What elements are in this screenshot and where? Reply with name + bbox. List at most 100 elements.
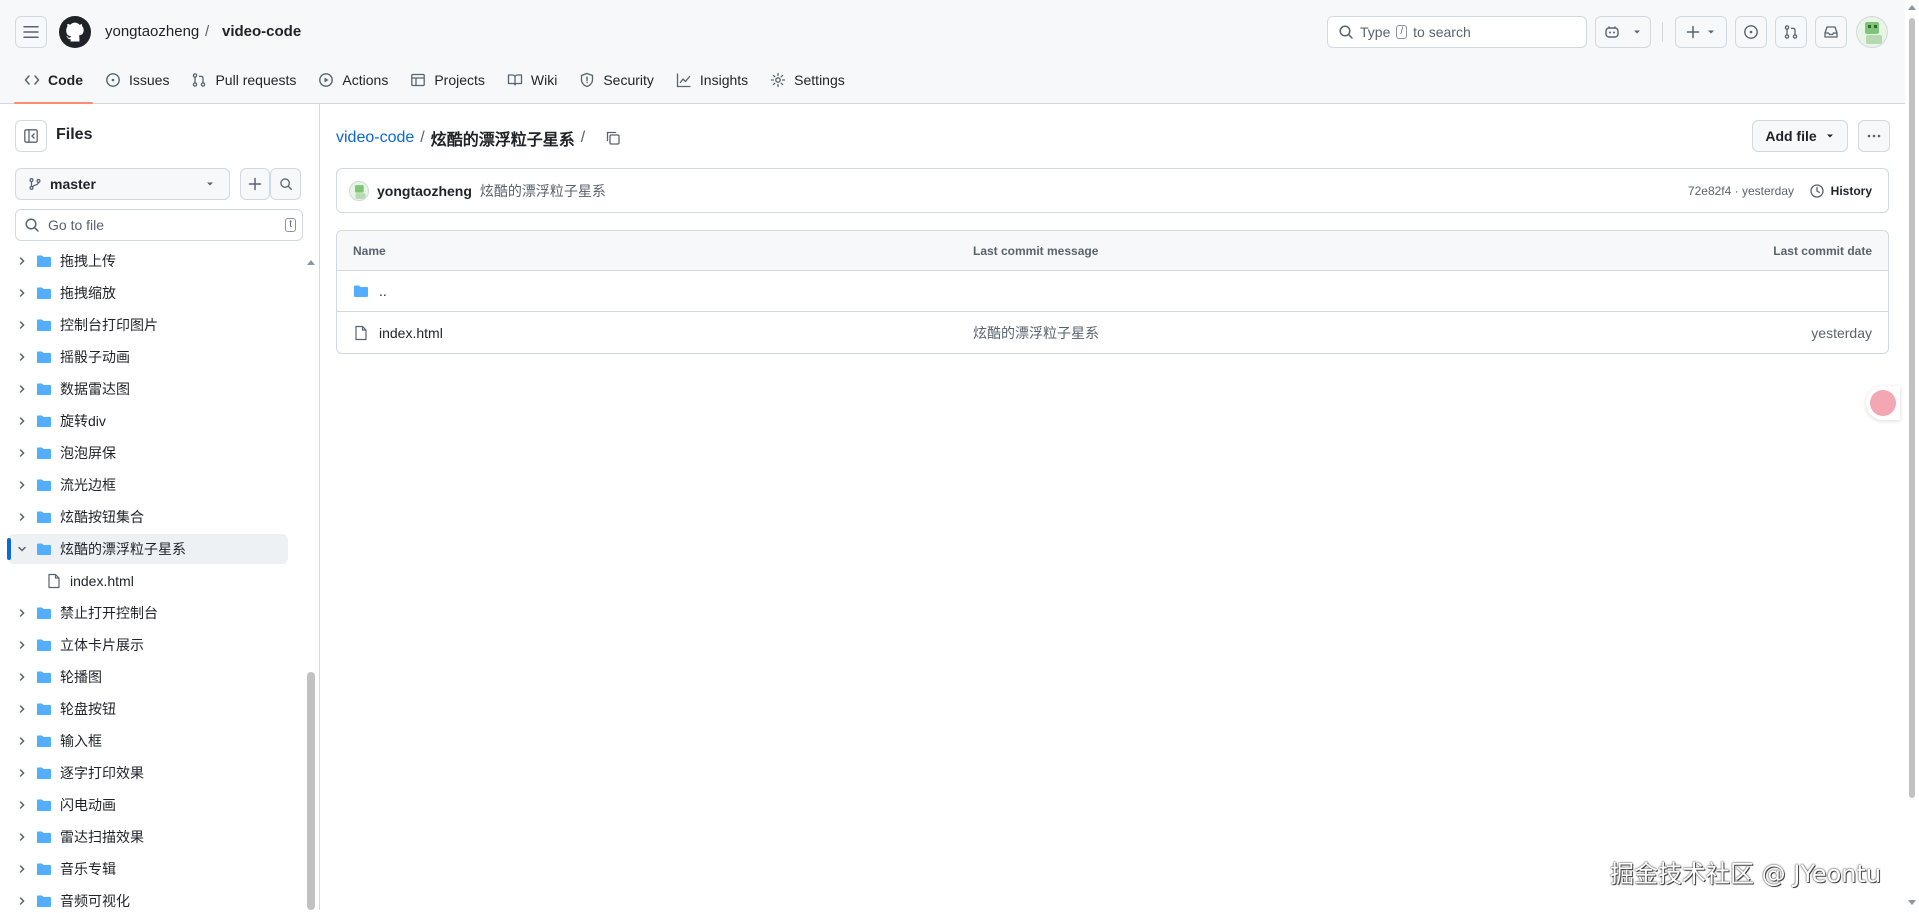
folder-icon	[36, 765, 52, 781]
copy-icon	[607, 131, 620, 145]
history-link[interactable]: History	[1809, 183, 1872, 199]
tree-file-item[interactable]: index.html	[8, 566, 288, 596]
issues-button[interactable]	[1735, 16, 1767, 48]
chevron-right-icon[interactable]	[8, 351, 36, 363]
tree-folder-item[interactable]: 雷达扫描效果	[8, 822, 288, 852]
chevron-right-icon[interactable]	[8, 703, 36, 715]
tab-label: Settings	[794, 72, 845, 88]
tree-item-label: 拖拽上传	[60, 254, 116, 269]
folder-icon	[36, 445, 52, 461]
tree-folder-item[interactable]: 立体卡片展示	[8, 630, 288, 660]
tab-security[interactable]: Security	[569, 64, 664, 96]
tree-folder-item[interactable]: 轮盘按钮	[8, 694, 288, 724]
chevron-right-icon[interactable]	[8, 831, 36, 843]
chevron-right-icon[interactable]	[8, 799, 36, 811]
search-files-button[interactable]	[270, 168, 301, 200]
menu-button[interactable]	[15, 16, 47, 48]
tab-insights[interactable]: Insights	[666, 64, 758, 96]
pull-requests-button[interactable]	[1775, 16, 1807, 48]
translate-icon	[1870, 390, 1896, 416]
tree-folder-item[interactable]: 拖拽上传	[8, 254, 288, 276]
commit-message[interactable]: 炫酷的漂浮粒子星系	[480, 181, 606, 201]
copy-path-button[interactable]	[605, 130, 621, 146]
chevron-right-icon[interactable]	[8, 255, 36, 267]
copilot-button[interactable]	[1595, 16, 1651, 48]
tree-folder-item[interactable]: 逐字打印效果	[8, 758, 288, 788]
go-to-file-input[interactable]: Go to file t	[15, 209, 303, 241]
inbox-button[interactable]	[1815, 16, 1847, 48]
chevron-down-icon[interactable]	[8, 543, 36, 555]
tree-folder-item[interactable]: 摇骰子动画	[8, 342, 288, 372]
file-tree-sidebar: Files master Go to file t 拖拽上传 拖拽缩放 控制台打印图…	[0, 104, 320, 910]
tree-folder-item[interactable]: 闪电动画	[8, 790, 288, 820]
tree-folder-item[interactable]: 输入框	[8, 726, 288, 756]
tree-folder-item[interactable]: 流光边框	[8, 470, 288, 500]
breadcrumb-current: 炫酷的漂浮粒子星系	[430, 132, 575, 149]
translate-float-button[interactable]	[1866, 386, 1900, 420]
chevron-right-icon[interactable]	[8, 767, 36, 779]
add-file-button[interactable]	[240, 168, 270, 200]
commit-hash-time[interactable]: 72e82f4 · yesterday	[1688, 184, 1794, 198]
chevron-right-icon[interactable]	[8, 479, 36, 491]
file-name-link[interactable]: index.html	[379, 325, 443, 341]
tree-folder-item[interactable]: 音乐专辑	[8, 854, 288, 884]
collapse-sidebar-button[interactable]	[15, 120, 47, 152]
github-logo-icon[interactable]	[59, 16, 91, 48]
chevron-right-icon[interactable]	[8, 863, 36, 875]
chevron-right-icon[interactable]	[8, 511, 36, 523]
branch-selector[interactable]: master	[15, 168, 230, 200]
tab-code[interactable]: Code	[14, 64, 93, 104]
file-tree: 拖拽上传拖拽缩放控制台打印图片 摇骰子动画数据雷达图旋转div 泡泡屏保 流光边框炫酷…	[0, 254, 300, 910]
chevron-right-icon[interactable]	[8, 383, 36, 395]
tree-folder-item[interactable]: 炫酷的漂浮粒子星系	[7, 534, 288, 564]
tree-item-label: 雷达扫描效果	[60, 829, 144, 845]
repo-link[interactable]: video-code	[222, 22, 301, 42]
add-file-dropdown[interactable]: Add file	[1752, 120, 1848, 152]
breadcrumb-root-link[interactable]: video-code	[336, 129, 414, 147]
tree-folder-item[interactable]: 禁止打开控制台	[8, 598, 288, 628]
tree-folder-item[interactable]: 控制台打印图片	[8, 310, 288, 340]
tree-item-label: 数据雷达图	[60, 381, 130, 397]
owner-link[interactable]: yongtaozheng	[105, 22, 199, 42]
play-icon	[319, 73, 334, 87]
tree-folder-item[interactable]: 轮播图	[8, 662, 288, 692]
commit-author-avatar[interactable]	[349, 180, 369, 201]
parent-directory-row[interactable]: ..	[337, 271, 1888, 312]
tab-wiki[interactable]: Wiki	[497, 64, 567, 96]
folder-icon	[36, 509, 52, 525]
tree-folder-item[interactable]: 音频可视化	[8, 886, 288, 910]
folder-icon	[36, 254, 52, 269]
chevron-right-icon[interactable]	[8, 735, 36, 747]
user-avatar[interactable]	[1856, 16, 1888, 48]
sidebar-scrollbar[interactable]	[304, 254, 318, 910]
tree-folder-item[interactable]: 炫酷按钮集合	[8, 502, 288, 532]
more-options-button[interactable]	[1858, 120, 1890, 152]
tree-folder-item[interactable]: 旋转div	[8, 406, 288, 436]
tab-settings[interactable]: Settings	[760, 64, 855, 96]
chevron-right-icon[interactable]	[8, 671, 36, 683]
tab-issues[interactable]: Issues	[95, 64, 179, 96]
page-scrollbar[interactable]	[1905, 0, 1919, 910]
parent-directory-link[interactable]: ..	[379, 283, 387, 299]
chevron-right-icon[interactable]	[8, 287, 36, 299]
file-commit-message[interactable]: 炫酷的漂浮粒子星系	[973, 323, 1099, 343]
tree-folder-item[interactable]: 泡泡屏保	[8, 438, 288, 468]
chevron-right-icon[interactable]	[8, 447, 36, 459]
tree-folder-item[interactable]: 拖拽缩放	[8, 278, 288, 308]
tab-projects[interactable]: Projects	[400, 64, 495, 96]
chevron-right-icon[interactable]	[8, 639, 36, 651]
file-commit-date: yesterday	[1811, 324, 1872, 341]
chevron-right-icon[interactable]	[8, 607, 36, 619]
chevron-right-icon[interactable]	[8, 895, 36, 907]
tab-actions[interactable]: Actions	[308, 64, 398, 96]
chevron-right-icon[interactable]	[8, 415, 36, 427]
tree-item-label: 拖拽缩放	[60, 285, 116, 301]
tab-pull-requests[interactable]: Pull requests	[181, 64, 306, 96]
table-row: index.html 炫酷的漂浮粒子星系 yesterday	[337, 312, 1888, 353]
create-new-button[interactable]	[1675, 16, 1727, 48]
tree-folder-item[interactable]: 数据雷达图	[8, 374, 288, 404]
tree-item-label: 炫酷按钮集合	[60, 509, 144, 525]
search-input[interactable]: Type / to search	[1327, 16, 1587, 48]
commit-author[interactable]: yongtaozheng	[377, 183, 472, 199]
chevron-right-icon[interactable]	[8, 319, 36, 331]
